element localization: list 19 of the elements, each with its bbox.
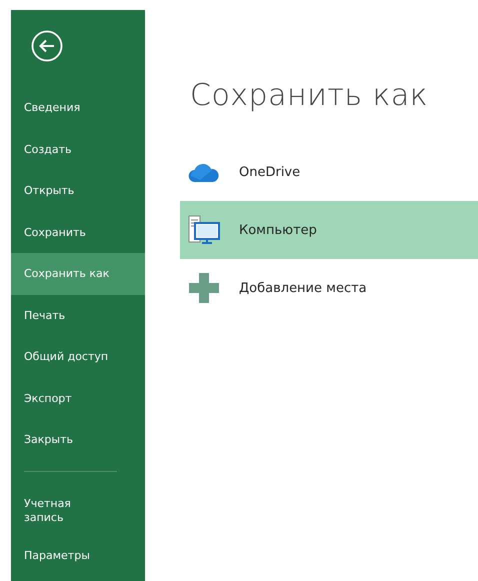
cloud-icon — [188, 161, 220, 183]
location-item[interactable]: Добавление места — [180, 259, 478, 317]
nav-item[interactable]: Сохранить как — [11, 253, 145, 294]
nav-item[interactable]: Открыть — [11, 170, 145, 212]
nav-item[interactable]: Закрыть — [11, 419, 145, 460]
location-item[interactable]: Компьютер — [180, 201, 478, 259]
nav-item[interactable]: Сведения — [11, 87, 145, 128]
nav-item[interactable]: Экспорт — [11, 378, 145, 419]
nav-item[interactable]: Печать — [11, 294, 145, 336]
nav-item[interactable]: Параметры — [11, 534, 145, 576]
page-title: Сохранить как — [190, 78, 430, 113]
location-item[interactable]: OneDrive — [180, 143, 478, 201]
back-button[interactable] — [31, 30, 63, 62]
nav-item[interactable]: Общий доступ — [11, 336, 145, 378]
nav-item[interactable]: Учетная запись — [11, 490, 94, 534]
plus-icon — [189, 273, 219, 303]
nav-item[interactable]: Создать — [11, 128, 145, 170]
computer-icon — [188, 215, 220, 245]
nav-item[interactable]: Сохранить — [11, 212, 145, 253]
